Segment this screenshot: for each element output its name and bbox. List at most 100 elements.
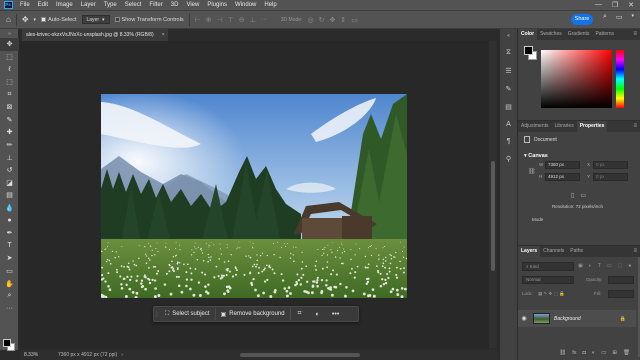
menu-select[interactable]: Select (121, 2, 146, 8)
menu-window[interactable]: Window (231, 2, 260, 8)
tab-color[interactable]: Color (518, 29, 538, 40)
maximize-icon[interactable]: ❐ (612, 1, 618, 9)
tab-layers[interactable]: Layers (518, 246, 541, 257)
glyphs-icon[interactable]: ⚲ (506, 155, 511, 163)
panel-menu-icon[interactable]: ≡ (633, 29, 640, 40)
opacity-field[interactable] (608, 276, 634, 284)
panel-menu-icon[interactable]: ≡ (633, 121, 640, 132)
collapse-toolbar-icon[interactable]: » (0, 29, 19, 38)
color-swatches[interactable] (2, 338, 17, 352)
share-button[interactable]: Share (571, 14, 593, 25)
link-layers-icon[interactable]: ⛓ (559, 350, 566, 360)
frame-tool-icon[interactable]: ⊠ (0, 101, 19, 114)
lasso-tool-icon[interactable]: ℓ (0, 63, 19, 76)
portrait-icon[interactable]: ▯ (571, 192, 574, 199)
chevron-down-icon[interactable]: ▾ (631, 13, 634, 21)
3d-pan-icon[interactable]: ✥ (329, 16, 335, 24)
menu-3d[interactable]: 3D (167, 2, 183, 8)
lock-icon[interactable]: 🔒 (620, 316, 626, 322)
clone-stamp-tool-icon[interactable]: ⊥ (0, 151, 19, 164)
select-subject-button[interactable]: ⛶ Select subject (160, 308, 216, 320)
tab-swatches[interactable]: Swatches (537, 29, 565, 40)
filter-toggle-icon[interactable]: ● (628, 263, 631, 269)
type-filter-icon[interactable]: T (598, 263, 601, 269)
height-field[interactable]: H 4912 px (539, 173, 580, 181)
collapse-panels-icon[interactable]: « (507, 33, 510, 39)
menu-image[interactable]: Image (52, 2, 77, 8)
type-tool-icon[interactable]: T (0, 240, 19, 253)
align-center-icon[interactable]: ⊕ (206, 16, 212, 24)
zoom-tool-icon[interactable]: ⌕ (0, 290, 19, 303)
brush-settings-icon[interactable]: ✎ (506, 85, 512, 93)
panel-menu-icon[interactable]: ≡ (633, 246, 640, 257)
align-bottom-icon[interactable]: ⊥ (250, 16, 256, 24)
healing-brush-tool-icon[interactable]: ✚ (0, 126, 19, 139)
y-field[interactable]: Y0 px (587, 173, 628, 181)
crop-icon[interactable]: ⌗ (291, 310, 309, 318)
object-selection-tool-icon[interactable]: ⬚ (0, 76, 19, 89)
menu-edit[interactable]: Edit (34, 2, 52, 8)
width-field[interactable]: W 7360 px (539, 161, 580, 169)
align-top-icon[interactable]: ⊤ (228, 16, 234, 24)
x-field[interactable]: X0 px (587, 161, 628, 169)
horizontal-scrollbar[interactable] (240, 353, 360, 357)
menu-plugins[interactable]: Plugins (203, 2, 231, 8)
scroll-thumb[interactable] (491, 161, 495, 271)
smart-object-filter-icon[interactable]: ⬚ (618, 263, 623, 269)
path-selection-tool-icon[interactable]: ➤ (0, 252, 19, 265)
color-picker-field[interactable] (541, 50, 612, 108)
history-icon[interactable]: ⧖ (506, 49, 511, 57)
workspace-icon[interactable]: ▭ (616, 13, 623, 21)
adjustment-filter-icon[interactable]: ◐ (589, 263, 592, 269)
new-layer-icon[interactable]: ⊞ (612, 350, 617, 360)
link-proportions-icon[interactable]: ⛓ (528, 168, 536, 175)
shape-filter-icon[interactable]: ▭ (607, 263, 612, 269)
tab-paths[interactable]: Paths (567, 246, 586, 257)
adjustment-icon[interactable]: ◐ (309, 311, 327, 318)
hue-slider[interactable] (616, 50, 624, 108)
libraries-icon[interactable]: ▤ (505, 103, 512, 111)
trash-icon[interactable]: 🗑 (623, 350, 630, 360)
marquee-tool-icon[interactable]: ⬚ (0, 51, 19, 64)
foreground-color-swatch[interactable] (524, 46, 533, 55)
move-tool-icon[interactable]: ✥ (0, 38, 19, 51)
auto-select-target-dropdown[interactable]: Layer ▾ (81, 15, 110, 24)
menu-filter[interactable]: Filter (145, 2, 166, 8)
hand-tool-icon[interactable]: ✋ (0, 277, 19, 290)
group-icon[interactable]: ▭ (601, 350, 606, 360)
dodge-tool-icon[interactable]: ● (0, 214, 19, 227)
menu-help[interactable]: Help (260, 2, 280, 8)
fx-icon[interactable]: fx (572, 350, 576, 360)
properties-icon[interactable]: ☰ (505, 67, 511, 75)
close-tab-icon[interactable]: × (162, 29, 165, 41)
menu-file[interactable]: File (16, 2, 34, 8)
eraser-tool-icon[interactable]: ◪ (0, 177, 19, 190)
canvas-area[interactable] (20, 41, 498, 348)
menu-type[interactable]: Type (100, 2, 121, 8)
auto-select-checkbox[interactable]: Auto-Select (41, 17, 77, 23)
remove-background-button[interactable]: ▣ Remove background (216, 308, 291, 320)
blur-tool-icon[interactable]: 💧 (0, 202, 19, 215)
brush-tool-icon[interactable]: ✏ (0, 139, 19, 152)
3d-slide-icon[interactable]: ⇕ (340, 16, 346, 24)
fill-field[interactable] (608, 290, 634, 298)
3d-scale-icon[interactable]: ▭ (351, 16, 358, 24)
pixel-filter-icon[interactable]: ▣ (578, 263, 583, 269)
photoshop-logo[interactable]: Ps (0, 0, 16, 10)
gradient-tool-icon[interactable]: ▤ (0, 189, 19, 202)
foreground-color-swatch[interactable] (3, 339, 11, 347)
chevron-down-icon[interactable]: ▾ (34, 17, 37, 23)
show-transform-controls-checkbox[interactable]: Show Transform Controls (114, 17, 184, 23)
vertical-scrollbar[interactable] (489, 41, 497, 348)
tab-gradients[interactable]: Gradients (565, 29, 593, 40)
tab-patterns[interactable]: Patterns (592, 29, 617, 40)
tab-adjustments[interactable]: Adjustments (518, 121, 552, 132)
tab-properties[interactable]: Properties (576, 121, 608, 132)
close-icon[interactable]: ✕ (628, 1, 634, 9)
eyedropper-tool-icon[interactable]: ✎ (0, 114, 19, 127)
layer-kind-filter[interactable]: ⌕ Kind (522, 262, 574, 271)
more-options-button[interactable]: ••• (327, 311, 345, 318)
crop-tool-icon[interactable]: ⌗ (0, 88, 19, 101)
home-icon[interactable]: ⌂ (6, 15, 11, 24)
landscape-icon[interactable]: ▭ (580, 192, 586, 199)
